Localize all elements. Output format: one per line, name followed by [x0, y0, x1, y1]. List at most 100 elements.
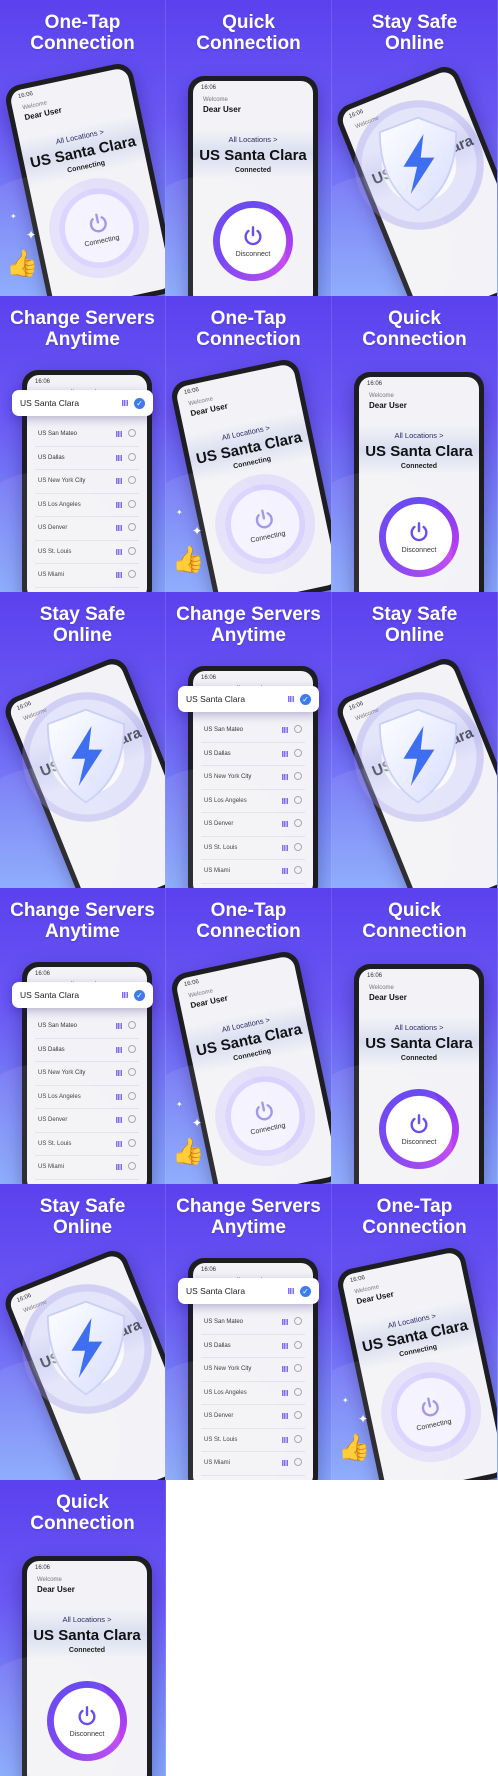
radio-button[interactable]	[128, 523, 136, 532]
server-list-item[interactable]: US Denver	[201, 813, 305, 837]
server-list-item[interactable]: US St. Louis	[201, 837, 305, 860]
radio-button[interactable]	[294, 1317, 302, 1326]
server-list-item[interactable]: US Dallas	[201, 743, 305, 766]
signal-icon	[116, 1093, 122, 1100]
selected-server[interactable]: US Santa Clara ✓	[12, 390, 153, 416]
radio-button[interactable]	[294, 1364, 302, 1373]
server-list-item[interactable]: US New York City	[35, 470, 139, 494]
server-name: US Miami	[38, 572, 65, 579]
radio-button[interactable]	[128, 452, 136, 461]
server-name: US St. Louis	[38, 548, 72, 555]
server-list-item[interactable]: US Denver	[201, 1405, 305, 1429]
connect-button[interactable]: Connecting	[383, 1364, 479, 1460]
server-actions	[282, 772, 302, 782]
radio-button[interactable]	[294, 772, 302, 781]
server-list-item[interactable]: US Dallas	[201, 1335, 305, 1358]
server-list-item[interactable]: US St. Louis	[35, 1133, 139, 1156]
server-actions	[282, 842, 302, 853]
server-list-item[interactable]: US Los Angeles	[201, 1382, 305, 1405]
radio-button[interactable]	[294, 1411, 302, 1420]
radio-button[interactable]	[294, 819, 302, 828]
server-name: US Los Angeles	[38, 501, 81, 508]
radio-button[interactable]	[128, 1044, 136, 1053]
connect-button[interactable]: Connecting	[217, 1068, 313, 1164]
signal-icon	[288, 696, 294, 702]
all-locations-link[interactable]: All Locations >	[359, 1023, 479, 1032]
selected-server-name: US Santa Clara	[186, 1286, 246, 1296]
check-icon: ✓	[300, 693, 311, 705]
disconnect-button[interactable]: Disconnect	[47, 1681, 127, 1761]
radio-button[interactable]	[128, 476, 136, 485]
radio-button[interactable]	[294, 1458, 302, 1467]
server-list-item[interactable]: US Los Angeles	[201, 790, 305, 813]
server-list-item[interactable]: US New York City	[35, 1062, 139, 1086]
server-list-item[interactable]: US Miami	[201, 860, 305, 884]
radio-button[interactable]	[128, 429, 136, 438]
disconnect-button[interactable]: Disconnect	[213, 201, 293, 281]
server-actions	[282, 1340, 302, 1351]
server-list-item[interactable]: US Miami	[201, 1452, 305, 1476]
radio-button[interactable]	[128, 1138, 136, 1147]
power-icon	[410, 521, 428, 541]
selected-server[interactable]: US Santa Clara ✓	[12, 982, 153, 1008]
status-time: 16:06	[348, 108, 365, 120]
all-locations-link[interactable]: All Locations >	[359, 431, 479, 440]
radio-button[interactable]	[128, 546, 136, 555]
server-list-item[interactable]: US Denver	[35, 1109, 139, 1133]
server-name: US St. Louis	[204, 1436, 238, 1443]
connect-button[interactable]: Connecting	[217, 476, 313, 572]
server-actions	[282, 1411, 302, 1421]
radio-button[interactable]	[128, 1115, 136, 1124]
server-list-item[interactable]: US San Mateo	[201, 1311, 305, 1335]
status-time: 16:06	[16, 700, 33, 712]
power-icon	[89, 213, 107, 232]
card-title: One-Tap Connection	[30, 12, 135, 54]
server-list-item[interactable]: US San Mateo	[201, 719, 305, 743]
all-locations-link[interactable]: All Locations >	[27, 1615, 147, 1624]
server-list-item[interactable]: US San Mateo	[35, 423, 139, 447]
power-icon	[410, 1113, 428, 1133]
connecting-label: Connecting	[415, 1417, 452, 1432]
radio-button[interactable]	[128, 570, 136, 579]
radio-button[interactable]	[128, 1021, 136, 1030]
server-actions	[282, 866, 302, 876]
power-icon	[78, 1705, 96, 1725]
radio-button[interactable]	[128, 1068, 136, 1077]
connect-button[interactable]: Connecting	[51, 180, 147, 276]
selected-server[interactable]: US Santa Clara ✓	[178, 686, 319, 712]
server-list-item[interactable]: US Miami	[35, 1156, 139, 1180]
disconnect-button[interactable]: Disconnect	[379, 1089, 459, 1169]
server-list-item[interactable]: US Los Angeles	[35, 494, 139, 517]
radio-button[interactable]	[294, 842, 302, 851]
server-list-item[interactable]: US Miami	[35, 564, 139, 588]
radio-button[interactable]	[128, 499, 136, 508]
radio-button[interactable]	[294, 1434, 302, 1443]
radio-button[interactable]	[294, 725, 302, 734]
disconnect-label: Disconnect	[401, 1138, 437, 1146]
radio-button[interactable]	[128, 1162, 136, 1171]
all-locations-link[interactable]: All Locations >	[193, 135, 313, 144]
location-name: US Santa Clara	[365, 1035, 473, 1052]
radio-button[interactable]	[294, 748, 302, 757]
selected-server[interactable]: US Santa Clara ✓	[178, 1278, 319, 1304]
radio-button[interactable]	[294, 866, 302, 875]
disconnect-button[interactable]: Disconnect	[379, 497, 459, 577]
welcome-label: Welcome	[369, 393, 394, 399]
server-list-item[interactable]: US New York City	[201, 1358, 305, 1382]
server-list-item[interactable]: US San Mateo	[35, 1015, 139, 1039]
server-list-item[interactable]: US St. Louis	[35, 541, 139, 564]
radio-button[interactable]	[294, 1340, 302, 1349]
server-list-item[interactable]: US Denver	[35, 517, 139, 541]
radio-button[interactable]	[294, 1387, 302, 1396]
server-list-item[interactable]: US Dallas	[35, 1039, 139, 1062]
server-list-item[interactable]: US New York City	[201, 766, 305, 790]
radio-button[interactable]	[294, 795, 302, 804]
server-name: US San Mateo	[204, 1319, 244, 1326]
server-list-item[interactable]: US Los Angeles	[35, 1086, 139, 1109]
card-title: Quick Connection	[362, 308, 467, 350]
signal-icon	[282, 1389, 288, 1396]
radio-button[interactable]	[128, 1091, 136, 1100]
server-list-item[interactable]: US St. Louis	[201, 1429, 305, 1452]
server-list-item[interactable]: US Dallas	[35, 447, 139, 470]
server-name: US Denver	[38, 525, 68, 532]
